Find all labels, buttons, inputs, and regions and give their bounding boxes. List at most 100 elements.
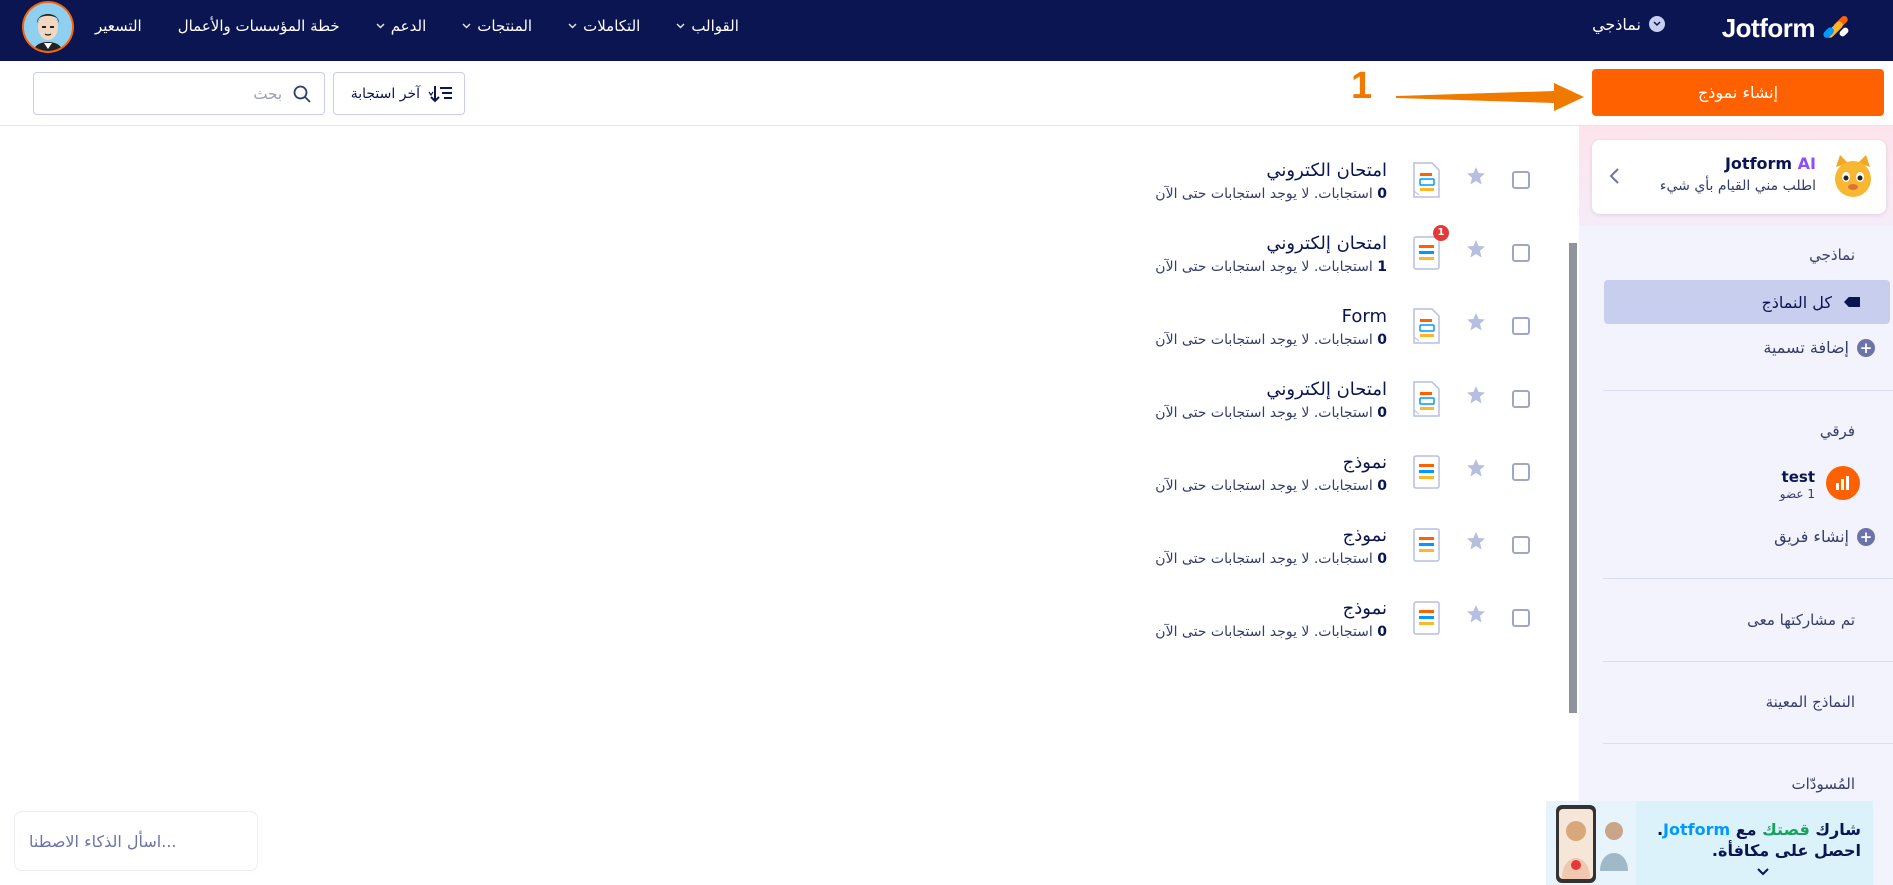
team-avatar[interactable] bbox=[1826, 466, 1860, 500]
exam-form-icon bbox=[1411, 161, 1441, 199]
star-icon[interactable] bbox=[1466, 458, 1486, 483]
form-title[interactable]: امتحان إلكتروني bbox=[1266, 379, 1387, 400]
nav-link-label: خطة المؤسسات والأعمال bbox=[177, 17, 340, 35]
plus-icon: + bbox=[1857, 527, 1875, 546]
star-icon[interactable] bbox=[1466, 166, 1486, 191]
annotation-step-number: 1 bbox=[1351, 65, 1373, 107]
responses-text: استجابات. لا يوجد استجابات حتى الآن bbox=[1155, 624, 1378, 640]
nav-link[interactable]: التكاملات bbox=[568, 17, 640, 35]
search-input[interactable]: بحث bbox=[33, 72, 325, 115]
chevron-down-icon[interactable] bbox=[1756, 865, 1770, 881]
scrollbar-thumb[interactable] bbox=[1569, 243, 1577, 713]
sidebar-divider bbox=[1603, 578, 1893, 579]
forms-toolbar: بحث آخر استجابة 1 إنشاء نموذج bbox=[0, 61, 1893, 126]
annotation-arrow-icon bbox=[1396, 83, 1584, 111]
create-team-button[interactable]: + إنشاء فريق bbox=[1774, 527, 1875, 546]
responses-text: استجابات. لا يوجد استجابات حتى الآن bbox=[1155, 478, 1378, 494]
responses-text: استجابات. لا يوجد استجابات حتى الآن bbox=[1155, 186, 1378, 202]
form-select-checkbox[interactable] bbox=[1512, 463, 1530, 481]
form-responses-info: 0 استجابات. لا يوجد استجابات حتى الآن bbox=[1155, 478, 1387, 494]
form-select-checkbox[interactable] bbox=[1512, 390, 1530, 408]
form-select-checkbox[interactable] bbox=[1512, 244, 1530, 262]
avatar-portrait-icon bbox=[24, 3, 72, 51]
chevron-down-icon bbox=[462, 21, 471, 32]
star-icon[interactable] bbox=[1466, 312, 1486, 337]
plus-icon: + bbox=[1857, 338, 1875, 357]
form-responses-info: 0 استجابات. لا يوجد استجابات حتى الآن bbox=[1155, 186, 1387, 202]
my-forms-menu[interactable]: نماذجي bbox=[1592, 12, 1665, 36]
form-icon bbox=[1411, 599, 1441, 637]
add-label-button[interactable]: + إضافة تسمية bbox=[1763, 338, 1875, 357]
chevron-down-icon bbox=[1649, 16, 1665, 32]
team-name[interactable]: test bbox=[1782, 468, 1815, 486]
form-icon bbox=[1411, 526, 1441, 564]
chevron-left-icon[interactable] bbox=[1608, 166, 1620, 190]
sidebar-item-assigned[interactable]: النماذج المعينة bbox=[1766, 693, 1855, 711]
ai-card-title: Jotform AI bbox=[1724, 154, 1816, 173]
jotform-logo[interactable]: Jotform bbox=[1722, 8, 1853, 48]
logo-text: Jotform bbox=[1721, 12, 1816, 43]
star-icon[interactable] bbox=[1466, 385, 1486, 410]
chevron-down-icon bbox=[376, 21, 385, 32]
responses-count: 0 bbox=[1377, 405, 1387, 421]
form-select-checkbox[interactable] bbox=[1512, 609, 1530, 627]
team-chart-icon bbox=[1836, 476, 1849, 490]
form-title[interactable]: نموذج bbox=[1343, 525, 1387, 546]
team-members-count: 1 عضو bbox=[1779, 487, 1815, 501]
form-title[interactable]: امتحان الكتروني bbox=[1266, 160, 1387, 181]
search-icon bbox=[293, 85, 311, 103]
sidebar: Jotform AI اطلب مني القيام بأي شيء نماذج… bbox=[1569, 126, 1893, 885]
ai-ask-placeholder: اسأل الذكاء الاصطنا... bbox=[29, 831, 177, 851]
nav-link[interactable]: المنتجات bbox=[462, 17, 532, 35]
form-responses-info: 0 استجابات. لا يوجد استجابات حتى الآن bbox=[1155, 551, 1387, 567]
nav-link[interactable]: التسعير bbox=[95, 17, 142, 35]
form-title[interactable]: نموذج bbox=[1343, 598, 1387, 619]
nav-link[interactable]: القوالب bbox=[676, 17, 739, 35]
create-form-label: إنشاء نموذج bbox=[1697, 83, 1779, 102]
form-title[interactable]: Form bbox=[1342, 306, 1387, 327]
star-icon[interactable] bbox=[1466, 531, 1486, 556]
responses-count: 1 bbox=[1377, 259, 1387, 275]
ai-cat-icon bbox=[1835, 155, 1871, 197]
nav-link-label: المنتجات bbox=[477, 17, 533, 35]
form-select-checkbox[interactable] bbox=[1512, 171, 1530, 189]
responses-count: 0 bbox=[1377, 186, 1387, 202]
nav-link[interactable]: الدعم bbox=[376, 17, 426, 35]
star-icon[interactable] bbox=[1466, 604, 1486, 629]
responses-count: 0 bbox=[1377, 624, 1387, 640]
jotform-ai-card[interactable]: Jotform AI اطلب مني القيام بأي شيء bbox=[1592, 140, 1886, 214]
create-form-button[interactable]: إنشاء نموذج bbox=[1592, 69, 1884, 116]
responses-count: 0 bbox=[1377, 551, 1387, 567]
tag-icon bbox=[1844, 297, 1860, 307]
form-title[interactable]: امتحان إلكتروني bbox=[1266, 233, 1387, 254]
star-icon[interactable] bbox=[1466, 239, 1486, 264]
sidebar-item-shared[interactable]: تم مشاركتها معى bbox=[1747, 611, 1855, 629]
promo-banner[interactable]: شارك قصتك مع Jotform. احصل على مكافأة. bbox=[1546, 801, 1873, 885]
sidebar-scrollbar[interactable] bbox=[1569, 243, 1579, 713]
jotform-mark-icon bbox=[1823, 15, 1849, 38]
sidebar-item-drafts[interactable]: المُسودّات bbox=[1791, 775, 1855, 793]
form-responses-info: 1 استجابات. لا يوجد استجابات حتى الآن bbox=[1155, 259, 1387, 275]
sidebar-divider bbox=[1603, 743, 1893, 744]
user-avatar[interactable] bbox=[22, 1, 74, 53]
ai-card-subtitle: اطلب مني القيام بأي شيء bbox=[1659, 178, 1816, 194]
responses-count: 0 bbox=[1377, 478, 1387, 494]
add-label-text: إضافة تسمية bbox=[1763, 338, 1849, 357]
responses-text: استجابات. لا يوجد استجابات حتى الآن bbox=[1155, 259, 1378, 275]
create-team-text: إنشاء فريق bbox=[1774, 527, 1849, 546]
form-responses-info: 0 استجابات. لا يوجد استجابات حتى الآن bbox=[1155, 624, 1387, 640]
responses-count: 0 bbox=[1377, 332, 1387, 348]
sort-button[interactable]: آخر استجابة bbox=[333, 72, 465, 115]
ai-ask-input[interactable]: اسأل الذكاء الاصطنا... bbox=[14, 811, 258, 871]
promo-headline: شارك قصتك مع Jotform. bbox=[1656, 820, 1861, 839]
promo-subline: احصل على مكافأة. bbox=[1711, 841, 1861, 860]
sort-icon bbox=[428, 85, 452, 102]
nav-link-label: التكاملات bbox=[583, 17, 641, 35]
nav-link[interactable]: خطة المؤسسات والأعمال bbox=[178, 17, 340, 35]
exam-form-icon bbox=[1411, 307, 1441, 345]
sidebar-item-all-forms[interactable]: كل النماذج bbox=[1604, 280, 1890, 324]
form-title[interactable]: نموذج bbox=[1343, 452, 1387, 473]
form-select-checkbox[interactable] bbox=[1512, 317, 1530, 335]
form-select-checkbox[interactable] bbox=[1512, 536, 1530, 554]
sidebar-divider bbox=[1603, 661, 1893, 662]
